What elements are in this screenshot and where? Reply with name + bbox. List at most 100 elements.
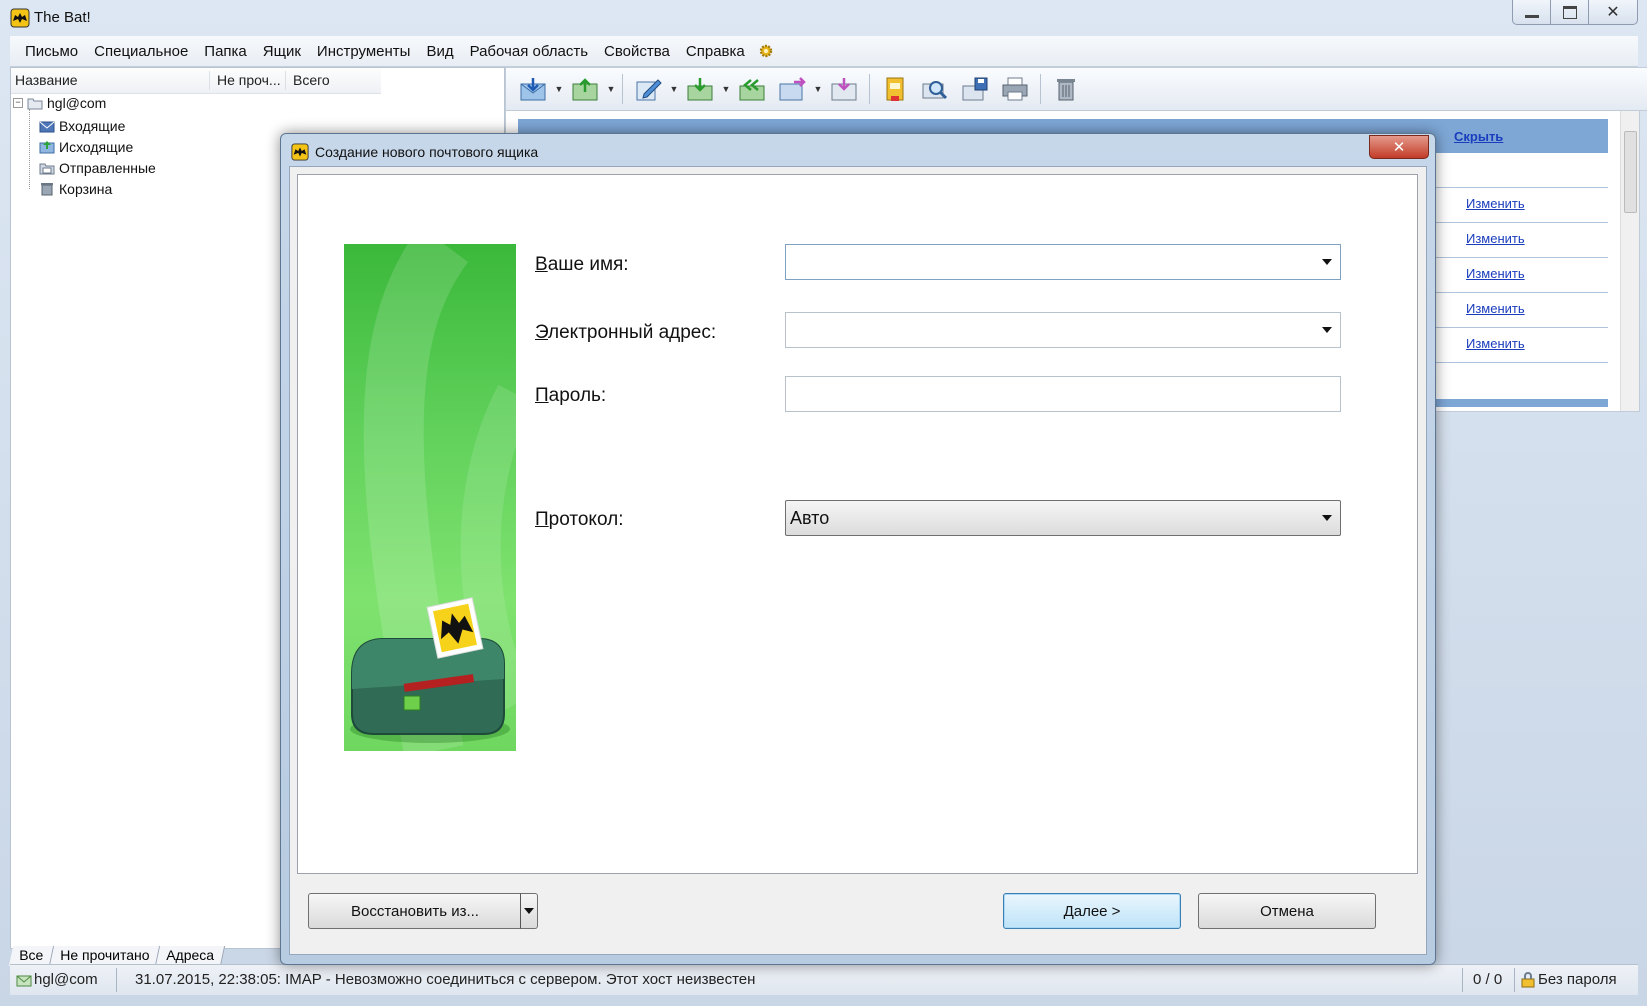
tree-item-sent[interactable]: Отправленные: [39, 160, 156, 176]
new-message-button[interactable]: [629, 73, 667, 105]
menu-bar: Письмо Специальное Папка Ящик Инструмент…: [10, 36, 1638, 67]
change-link[interactable]: Изменить: [1466, 266, 1525, 281]
dropdown-arrow-icon[interactable]: ▼: [813, 84, 823, 94]
redirect-button[interactable]: [825, 73, 863, 105]
tree-item-inbox[interactable]: Входящие: [39, 118, 125, 134]
restore-dropdown-button[interactable]: [520, 893, 538, 929]
menu-folder[interactable]: Папка: [196, 43, 254, 60]
email-combobox[interactable]: [785, 312, 1341, 348]
folder-label: Отправленные: [59, 160, 156, 176]
scrollbar-thumb[interactable]: [1624, 131, 1637, 213]
minimize-button[interactable]: [1512, 0, 1552, 25]
column-total[interactable]: Всего: [293, 72, 330, 88]
trash-icon: [1057, 79, 1075, 101]
chevron-down-icon[interactable]: [1322, 259, 1332, 265]
outbox-icon: [39, 141, 55, 154]
dropdown-arrow-icon[interactable]: ▼: [721, 84, 731, 94]
folder-label: Корзина: [59, 181, 113, 197]
titlebar: The Bat! ✕: [0, 0, 1647, 36]
status-message: 31.07.2015, 22:38:05: IMAP - Невозможно …: [135, 971, 756, 988]
tab-all[interactable]: Все: [8, 946, 55, 966]
column-name[interactable]: Название: [15, 72, 78, 88]
vertical-scrollbar[interactable]: [1620, 111, 1639, 411]
maximize-icon: [1563, 5, 1577, 19]
next-button[interactable]: Далее >: [1003, 893, 1181, 929]
dialog-close-button[interactable]: ✕: [1369, 135, 1429, 159]
mailbox-illustration: [344, 244, 516, 751]
delete-button[interactable]: [1047, 73, 1085, 105]
toolbar-separator: [1040, 74, 1041, 104]
folder-label: Входящие: [59, 118, 126, 134]
collapse-icon[interactable]: −: [13, 98, 23, 108]
status-separator: [116, 968, 117, 992]
protocol-label: Протокол:: [535, 509, 624, 530]
close-window-button[interactable]: ✕: [1588, 0, 1638, 25]
tree-line: [29, 109, 31, 189]
dropdown-arrow-icon[interactable]: ▼: [606, 84, 616, 94]
send-mail-button[interactable]: [566, 73, 604, 105]
tab-addresses[interactable]: Адреса: [156, 946, 226, 966]
chevron-down-icon[interactable]: [1322, 515, 1332, 521]
change-link[interactable]: Изменить: [1466, 301, 1525, 316]
gear-icon[interactable]: [759, 44, 773, 58]
menu-help[interactable]: Справка: [678, 43, 753, 60]
status-account: hgl@com: [34, 971, 98, 988]
change-link[interactable]: Изменить: [1466, 196, 1525, 211]
folder-column-header: Название Не проч... Всего: [11, 68, 381, 94]
forward-icon: [779, 77, 806, 101]
menu-letter[interactable]: Письмо: [10, 43, 86, 60]
toolbar-separator: [869, 74, 870, 104]
minimize-icon: [1525, 14, 1539, 18]
dropdown-arrow-icon[interactable]: ▼: [669, 84, 679, 94]
compose-icon: [636, 79, 662, 101]
forward-button[interactable]: [773, 73, 811, 105]
close-icon: ✕: [1606, 4, 1620, 21]
get-mail-button[interactable]: [514, 73, 552, 105]
dialog-title: Создание нового почтового ящика: [315, 144, 539, 160]
dialog-body: Ваше имя: Электронный адрес: Пароль: Про…: [289, 166, 1427, 955]
maximize-button[interactable]: [1550, 0, 1590, 25]
main-toolbar: ▼ ▼ ▼ ▼ ▼: [505, 67, 1647, 111]
address-book-button[interactable]: [876, 73, 914, 105]
menu-workspace[interactable]: Рабочая область: [462, 43, 596, 60]
sent-folder-icon: [39, 163, 55, 175]
reply-button[interactable]: [681, 73, 719, 105]
password-field[interactable]: [785, 376, 1341, 412]
bat-logo-icon: [10, 8, 30, 28]
dialog-content-panel: Ваше имя: Электронный адрес: Пароль: Про…: [297, 174, 1418, 874]
reply-all-icon: [739, 79, 765, 101]
tree-item-trash[interactable]: Корзина: [39, 181, 112, 197]
dropdown-arrow-icon[interactable]: ▼: [554, 84, 564, 94]
change-link[interactable]: Изменить: [1466, 231, 1525, 246]
menu-special[interactable]: Специальное: [86, 43, 196, 60]
find-button[interactable]: [916, 73, 954, 105]
menu-tools[interactable]: Инструменты: [309, 43, 419, 60]
folder-filter-tabs: Все Не прочитано Адреса: [8, 946, 226, 966]
hide-link[interactable]: Скрыть: [1454, 129, 1503, 144]
chevron-down-icon[interactable]: [1322, 327, 1332, 333]
redirect-icon: [831, 78, 857, 101]
save-message-button[interactable]: [956, 73, 994, 105]
menu-properties[interactable]: Свойства: [596, 43, 678, 60]
reply-all-button[interactable]: [733, 73, 771, 105]
name-combobox[interactable]: [785, 244, 1341, 280]
menu-view[interactable]: Вид: [418, 43, 461, 60]
protocol-selected-value: Авто: [790, 508, 830, 528]
column-divider: [285, 71, 286, 90]
change-link[interactable]: Изменить: [1466, 336, 1525, 351]
address-book-icon: [886, 77, 904, 101]
folder-label: Исходящие: [59, 139, 134, 155]
tree-item-outbox[interactable]: Исходящие: [39, 139, 133, 155]
lock-icon: [1521, 972, 1535, 988]
printer-icon: [1002, 77, 1028, 101]
column-unread[interactable]: Не проч...: [217, 72, 281, 88]
menu-mailbox[interactable]: Ящик: [255, 43, 309, 60]
status-bar: hgl@com 31.07.2015, 22:38:05: IMAP - Нев…: [10, 964, 1638, 995]
restore-from-button[interactable]: Восстановить из...: [308, 893, 522, 929]
cancel-button[interactable]: Отмена: [1198, 893, 1376, 929]
protocol-select[interactable]: Авто: [785, 500, 1341, 536]
print-button[interactable]: [996, 73, 1034, 105]
status-separator: [1514, 968, 1515, 992]
tab-unread[interactable]: Не прочитано: [49, 946, 161, 966]
tree-account[interactable]: − hgl@com: [13, 95, 106, 111]
